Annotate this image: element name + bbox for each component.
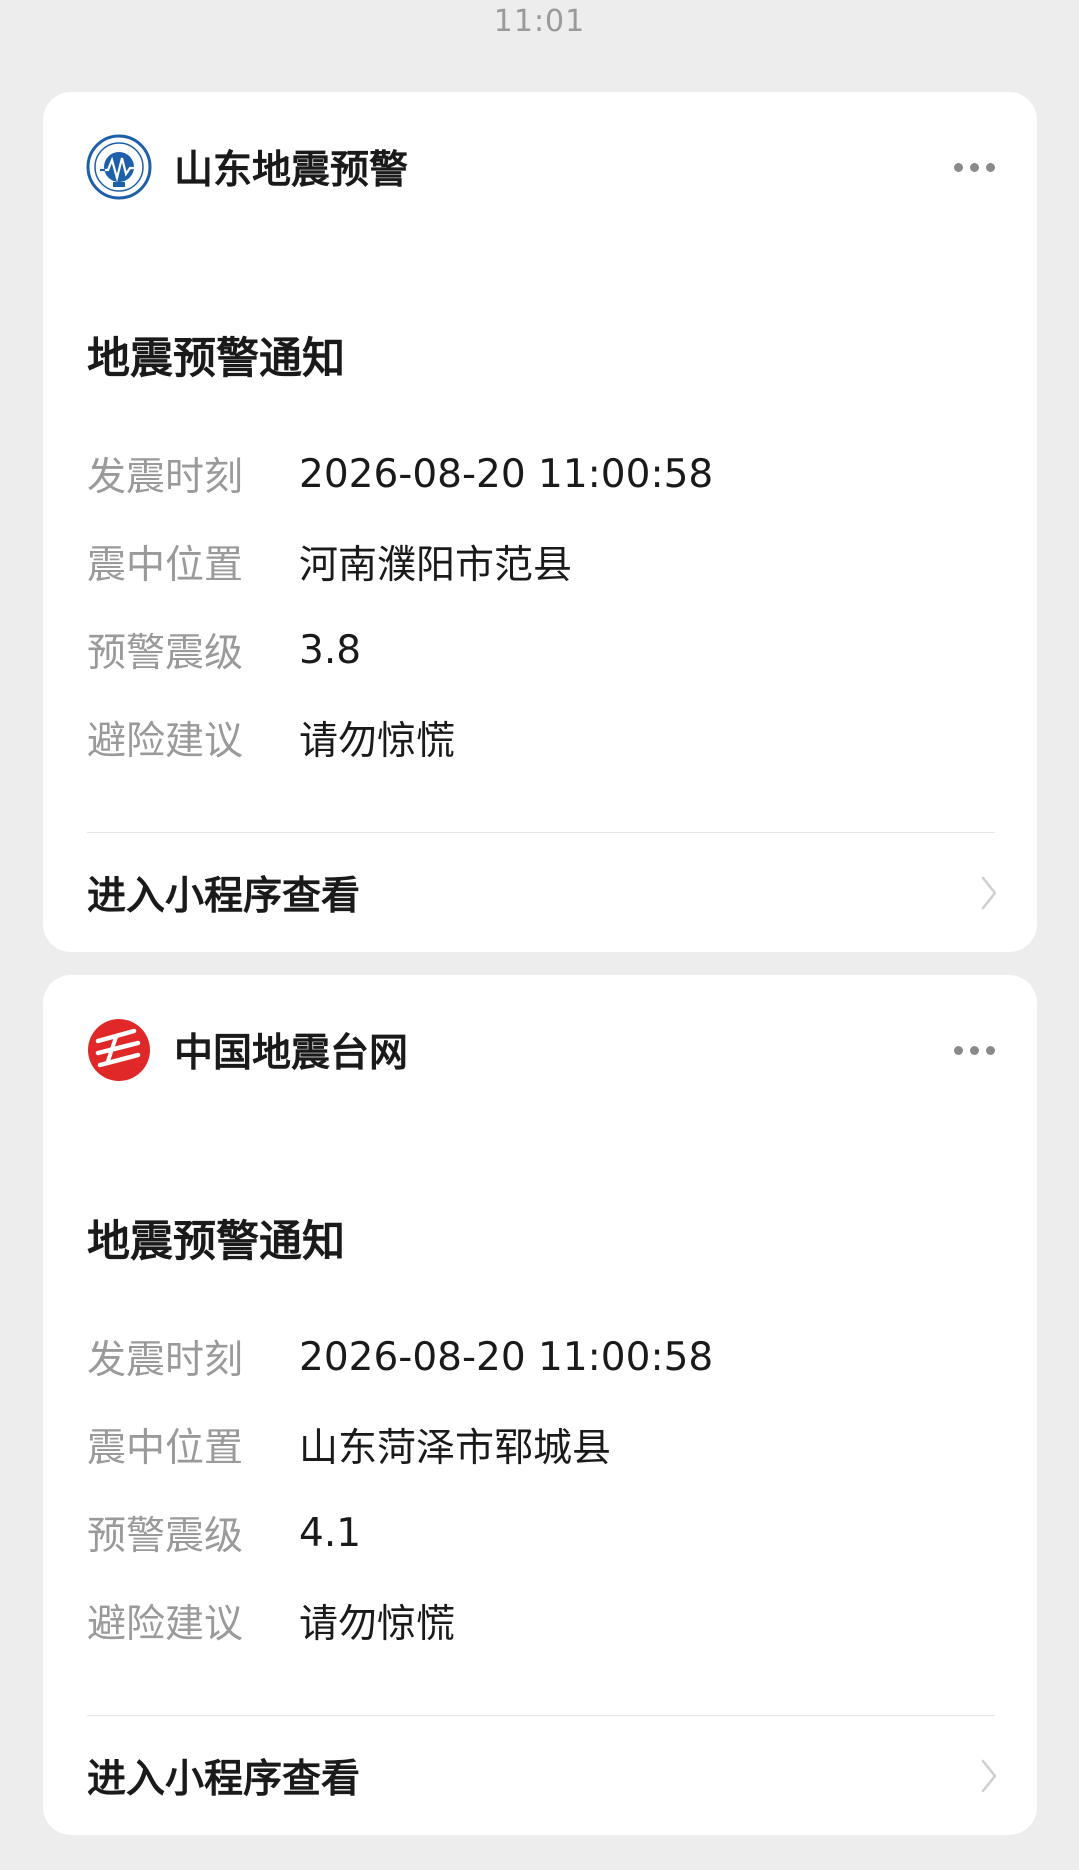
status-time: 11:01 [493, 4, 586, 39]
notice-title: 地震预警通知 [87, 334, 345, 384]
field-label: 震中位置 [87, 1426, 244, 1471]
field-row-time: 发震时刻 2026-08-20 11:00:58 [87, 446, 713, 502]
field-value: 4.1 [299, 1510, 362, 1556]
more-options-icon[interactable] [954, 1036, 995, 1065]
field-row-location: 震中位置 山东菏泽市郓城县 [87, 1417, 611, 1473]
chevron-right-icon [981, 1759, 997, 1792]
field-label: 预警震级 [87, 631, 244, 676]
field-value: 请勿惊慌 [299, 1602, 456, 1647]
field-value: 3.8 [299, 627, 362, 673]
field-label: 发震时刻 [87, 455, 244, 500]
field-label: 发震时刻 [87, 1338, 244, 1383]
field-row-magnitude: 预警震级 3.8 [87, 622, 361, 678]
field-label: 预警震级 [87, 1514, 244, 1559]
more-options-icon[interactable] [954, 153, 995, 182]
card-header: 山东地震预警 [86, 132, 997, 202]
field-row-advice: 避险建议 请勿惊慌 [87, 1593, 455, 1649]
account-name[interactable]: 山东地震预警 [174, 139, 408, 195]
china-earthquake-networks-logo-icon[interactable] [86, 1017, 152, 1083]
footer-label: 进入小程序查看 [87, 873, 361, 919]
notice-title: 地震预警通知 [87, 1217, 345, 1267]
field-label: 震中位置 [87, 543, 244, 588]
shandong-earthquake-logo-icon[interactable] [86, 134, 152, 200]
footer-label: 进入小程序查看 [87, 1756, 361, 1802]
field-value: 2026-08-20 11:00:58 [299, 1334, 714, 1380]
field-label: 避险建议 [87, 1602, 244, 1647]
field-value: 请勿惊慌 [299, 719, 456, 764]
notification-card-shandong: 山东地震预警 地震预警通知 发震时刻 2026-08-20 11:00:58 震… [43, 92, 1037, 952]
chevron-right-icon [981, 876, 997, 909]
field-row-time: 发震时刻 2026-08-20 11:00:58 [87, 1329, 713, 1385]
account-name[interactable]: 中国地震台网 [174, 1022, 408, 1078]
field-value: 河南濮阳市范县 [299, 543, 573, 588]
notification-card-cenc: 中国地震台网 地震预警通知 发震时刻 2026-08-20 11:00:58 震… [43, 975, 1037, 1835]
field-row-advice: 避险建议 请勿惊慌 [87, 710, 455, 766]
field-value: 2026-08-20 11:00:58 [299, 451, 714, 497]
open-mini-program-link[interactable]: 进入小程序查看 [87, 833, 997, 952]
card-header: 中国地震台网 [86, 1015, 997, 1085]
field-value: 山东菏泽市郓城县 [299, 1426, 612, 1471]
field-label: 避险建议 [87, 719, 244, 764]
field-row-magnitude: 预警震级 4.1 [87, 1505, 361, 1561]
field-row-location: 震中位置 河南濮阳市范县 [87, 534, 572, 590]
open-mini-program-link[interactable]: 进入小程序查看 [87, 1716, 997, 1835]
